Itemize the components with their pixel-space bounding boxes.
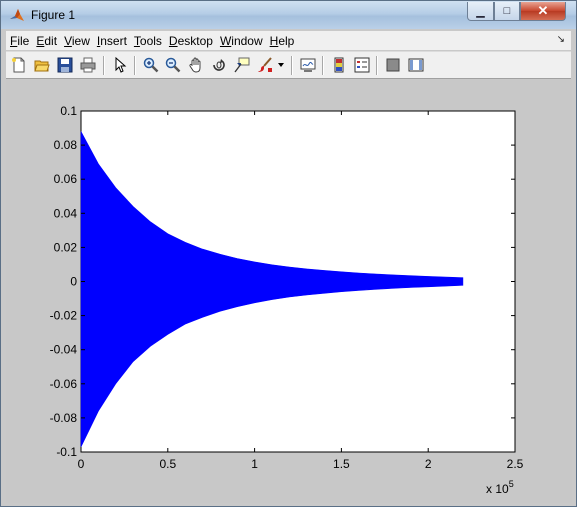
toolbar-separator xyxy=(134,56,136,75)
x-tick-label: 1 xyxy=(251,457,258,471)
y-tick-label: -0.1 xyxy=(56,445,77,459)
menu-window[interactable]: Window xyxy=(216,34,266,48)
menu-desktop[interactable]: Desktop xyxy=(165,34,216,48)
brush-dropdown-icon[interactable] xyxy=(276,56,286,74)
axes[interactable]: 0 0.5 1 1.5 2 2.5 0.1 0.08 0.06 0.04 0.02 0 -0.02 -0.… xyxy=(6,79,572,503)
menu-insert[interactable]: Insert xyxy=(93,34,130,48)
figure-canvas[interactable]: 0 0.5 1 1.5 2 2.5 0.1 0.08 0.06 0.04 0.02 0 -0.02 -0.… xyxy=(6,79,572,503)
figure-window: Figure 1 ▁ □ ✕ File Edit View Insert Too… xyxy=(0,0,577,507)
rotate-3d-icon[interactable] xyxy=(210,56,228,74)
x-tick-label: 2 xyxy=(425,457,432,471)
insert-legend-icon[interactable] xyxy=(353,56,371,74)
data-cursor-icon[interactable] xyxy=(233,56,251,74)
menu-tools[interactable]: Tools xyxy=(130,34,165,48)
maximize-icon: □ xyxy=(503,5,511,17)
open-file-icon[interactable] xyxy=(33,56,51,74)
print-icon[interactable] xyxy=(79,56,97,74)
pan-icon[interactable] xyxy=(187,56,205,74)
close-button[interactable]: ✕ xyxy=(520,2,566,21)
x-tick-label: 0.5 xyxy=(159,457,176,471)
menu-bar: File Edit View Insert Tools Desktop Wind… xyxy=(6,31,571,50)
minimize-icon: ▁ xyxy=(476,5,485,18)
menu-edit[interactable]: Edit xyxy=(32,34,60,48)
show-plot-tools-icon[interactable] xyxy=(407,56,425,74)
y-tick-label: -0.02 xyxy=(50,309,78,323)
y-tick-label: 0.08 xyxy=(54,138,78,152)
toolbar-separator xyxy=(291,56,293,75)
new-figure-icon[interactable] xyxy=(10,56,28,74)
y-tick-label: 0.1 xyxy=(60,104,77,118)
y-tick-label: -0.06 xyxy=(50,377,78,391)
zoom-out-icon[interactable] xyxy=(164,56,182,74)
y-tick-label: -0.08 xyxy=(50,411,78,425)
title-bar[interactable]: Figure 1 ▁ □ ✕ xyxy=(1,1,576,29)
y-tick-label: -0.04 xyxy=(50,343,78,357)
y-tick-label: 0.04 xyxy=(54,206,78,220)
hide-plot-tools-icon[interactable] xyxy=(384,56,402,74)
x-multiplier-label: x 105 xyxy=(486,479,514,496)
figure-toolbar xyxy=(6,51,571,79)
window-title: Figure 1 xyxy=(31,8,76,22)
maximize-button[interactable]: □ xyxy=(494,2,520,21)
zoom-in-icon[interactable] xyxy=(142,56,160,74)
menu-overflow-arrow-icon[interactable]: ↘ xyxy=(557,34,565,45)
toolbar-separator xyxy=(376,56,378,75)
menu-view[interactable]: View xyxy=(60,34,93,48)
y-tick-label: 0.06 xyxy=(54,172,78,186)
minimize-button[interactable]: ▁ xyxy=(467,2,494,21)
close-icon: ✕ xyxy=(537,3,549,18)
y-tick-label: 0 xyxy=(70,275,77,289)
link-plot-icon[interactable] xyxy=(299,56,317,74)
x-tick-label: 0 xyxy=(78,457,85,471)
save-icon[interactable] xyxy=(56,56,74,74)
x-tick-label: 2.5 xyxy=(507,457,524,471)
menu-help[interactable]: Help xyxy=(266,34,298,48)
toolbar-separator xyxy=(103,56,105,75)
matlab-logo-icon xyxy=(10,9,24,21)
toolbar-separator xyxy=(322,56,324,75)
x-tick-label: 1.5 xyxy=(333,457,350,471)
brush-icon[interactable] xyxy=(256,56,274,74)
y-tick-label: 0.02 xyxy=(54,240,78,254)
menu-file[interactable]: File xyxy=(6,34,32,48)
insert-colorbar-icon[interactable] xyxy=(330,56,348,74)
edit-plot-icon[interactable] xyxy=(111,56,129,74)
